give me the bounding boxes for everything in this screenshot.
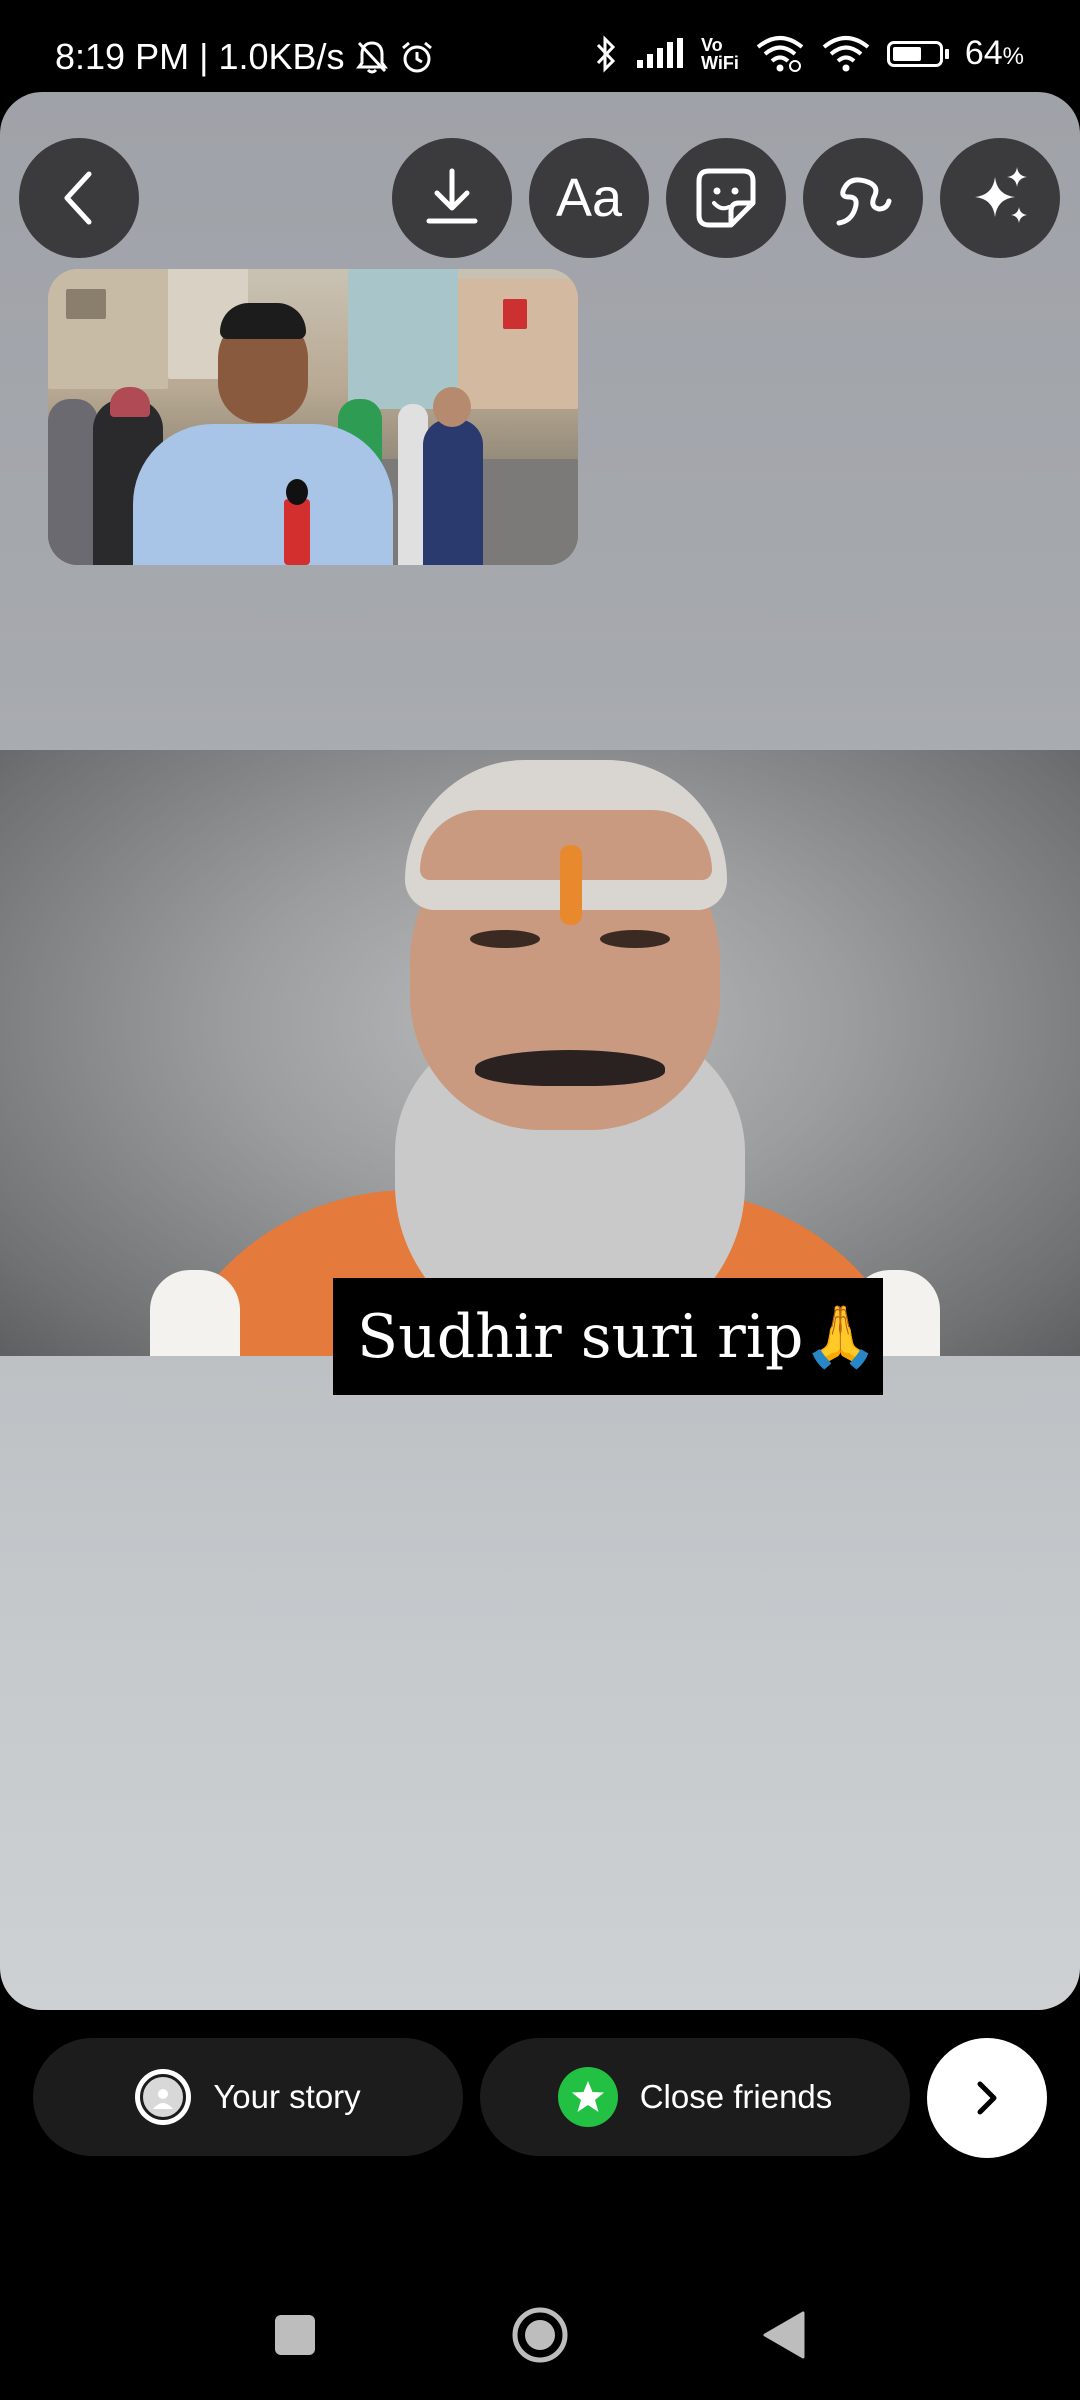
close-friends-button[interactable]: Close friends	[480, 2038, 910, 2156]
vowifi-label: Vo WiFi	[701, 34, 739, 73]
story-editor-screen: 8:19 PM | 1.0KB/s Vo WiFi 64% Aa Sudhir …	[0, 0, 1080, 2400]
wifi-icon	[755, 35, 805, 73]
profile-avatar-icon	[153, 2089, 174, 2109]
network-speed: 1.0KB/s	[218, 36, 345, 77]
your-story-label: Your story	[213, 2078, 361, 2115]
close-friends-label: Close friends	[639, 2078, 833, 2115]
circle-home-icon	[512, 2307, 568, 2363]
wifi-icon-secondary	[821, 35, 871, 73]
battery-icon	[886, 40, 949, 67]
alarm-icon	[399, 39, 435, 75]
recents-nav-button[interactable]	[250, 2290, 340, 2380]
main-story-photo[interactable]	[0, 750, 1080, 1356]
your-story-button[interactable]: Your story	[33, 2038, 463, 2156]
back-button[interactable]	[19, 138, 139, 258]
status-left: 8:19 PM | 1.0KB/s	[55, 36, 435, 78]
avatar	[135, 2069, 192, 2125]
triangle-back-icon	[763, 2311, 805, 2359]
square-recents-icon	[275, 2315, 315, 2355]
draw-button[interactable]	[803, 138, 923, 258]
effects-button[interactable]	[940, 138, 1060, 258]
reporter-photo-sticker[interactable]	[48, 269, 578, 565]
bluetooth-icon	[593, 34, 619, 73]
text-icon: Aa	[555, 168, 623, 228]
caption-text-sticker[interactable]: Sudhir suri rip🙏	[333, 1278, 883, 1395]
status-separator: |	[199, 36, 209, 77]
home-nav-button[interactable]	[495, 2290, 585, 2380]
draw-icon	[836, 177, 892, 226]
signal-icon	[635, 37, 685, 70]
download-icon	[426, 168, 478, 224]
status-right: Vo WiFi 64%	[593, 34, 1024, 73]
close-friends-star-icon	[557, 2067, 618, 2127]
text-tool-button[interactable]: Aa	[529, 138, 649, 258]
story-canvas[interactable]: Aa Sudhir suri rip🙏	[0, 92, 1080, 2010]
muted-bell-icon	[355, 39, 389, 75]
battery-percent: 64%	[964, 34, 1024, 72]
chevron-right-icon	[977, 2081, 997, 2115]
status-time: 8:19 PM	[55, 36, 190, 77]
effects-icon	[975, 167, 1027, 223]
back-icon	[64, 171, 92, 225]
sticker-button[interactable]	[666, 138, 786, 258]
status-bar: 8:19 PM | 1.0KB/s Vo WiFi 64%	[0, 0, 1080, 92]
sticker-icon	[696, 168, 756, 228]
download-button[interactable]	[392, 138, 512, 258]
share-next-button[interactable]	[927, 2038, 1047, 2158]
back-nav-button[interactable]	[740, 2290, 830, 2380]
